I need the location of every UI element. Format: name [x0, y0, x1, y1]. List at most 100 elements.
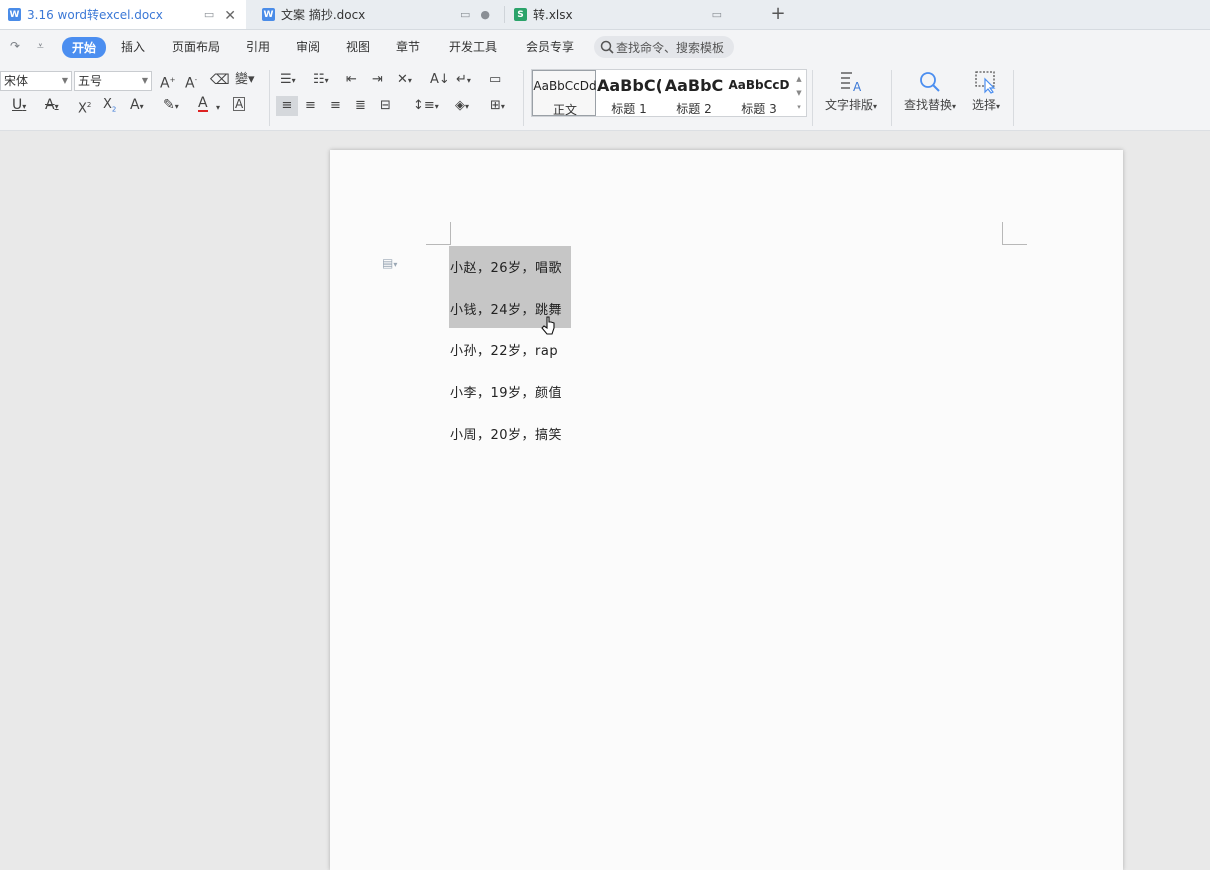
style-sample: AaBbCcD: [728, 78, 790, 92]
select-cursor-icon: [975, 71, 996, 94]
select-button[interactable]: 选择▾: [966, 70, 1006, 113]
borders-icon[interactable]: ⊞▾: [490, 98, 505, 115]
underline-icon[interactable]: U▾: [12, 97, 26, 115]
style-name: 标题 2: [676, 102, 712, 116]
bullet-list-icon[interactable]: ☰▾: [280, 72, 296, 89]
group-divider: [1013, 70, 1014, 126]
styles-gallery: AaBbCcDd 正文 AaBbC( 标题 1 AaBbC 标题 2 AaBbC…: [531, 69, 807, 117]
expand-icon[interactable]: ▾: [794, 100, 804, 114]
unsaved-dot-icon: ●: [480, 8, 490, 21]
group-divider: [269, 70, 270, 126]
menu-insert[interactable]: 插入: [121, 38, 145, 55]
shrink-font-icon[interactable]: A-: [185, 72, 197, 92]
chevron-down-icon[interactable]: ▾: [216, 100, 220, 116]
group-divider: [891, 70, 892, 126]
select-label: 选择: [971, 98, 996, 112]
menu-developer[interactable]: 开发工具: [449, 38, 497, 55]
superscript-icon[interactable]: X2: [78, 97, 91, 117]
close-icon[interactable]: ✕: [224, 8, 236, 24]
chinese-layout-icon[interactable]: ✕▾: [397, 72, 412, 89]
style-sample: AaBbC(: [597, 76, 661, 95]
monitor-icon[interactable]: ▭: [460, 8, 470, 21]
strikethrough-icon[interactable]: A▾: [45, 97, 59, 115]
margin-corner-top-right: [1002, 222, 1027, 245]
font-size-value: 五号: [78, 74, 103, 88]
chevron-down-icon[interactable]: ▼: [794, 86, 804, 100]
ruler-icon[interactable]: ▭: [489, 72, 501, 88]
menu-home[interactable]: 开始: [62, 37, 107, 58]
command-search-box[interactable]: 查找命令、搜索模板: [594, 36, 734, 58]
style-heading-3[interactable]: AaBbCcD 标题 3: [727, 70, 791, 116]
sheet-doc-icon: S: [514, 8, 527, 21]
phonetic-guide-icon[interactable]: 變▾: [235, 72, 255, 88]
menu-references[interactable]: 引用: [246, 38, 270, 55]
word-doc-icon: W: [262, 8, 275, 21]
customize-dropdown-icon[interactable]: ⩡: [37, 39, 44, 54]
decrease-indent-icon[interactable]: ⇤: [346, 72, 357, 88]
chevron-up-icon[interactable]: ▲: [794, 72, 804, 86]
shading-icon[interactable]: ◈▾: [455, 98, 469, 115]
align-left-icon[interactable]: ≡: [276, 96, 298, 116]
tab-word-to-excel[interactable]: W 3.16 word转excel.docx ▭ ✕: [0, 0, 246, 29]
highlight-icon[interactable]: ✎▾: [163, 97, 179, 115]
style-normal[interactable]: AaBbCcDd 正文: [532, 70, 597, 117]
grow-font-icon[interactable]: A+: [160, 72, 175, 92]
style-name: 标题 1: [611, 102, 647, 116]
subscript-icon[interactable]: X2: [103, 97, 116, 118]
document-line[interactable]: 小孙，22岁，rap: [450, 340, 558, 359]
drag-cursor-icon: [541, 316, 555, 335]
style-name: 标题 3: [741, 102, 777, 116]
tab-label: 转.xlsx: [533, 8, 573, 22]
text-layout-icon: A: [841, 72, 862, 94]
tab-copywriting[interactable]: W 文案 摘抄.docx ▭ ●: [254, 0, 500, 29]
numbered-list-icon[interactable]: ☷▾: [313, 72, 329, 89]
search-placeholder: 查找命令、搜索模板: [616, 40, 725, 55]
monitor-icon[interactable]: ▭: [204, 8, 214, 24]
styles-scrollbar[interactable]: ▲ ▼ ▾: [794, 72, 804, 114]
find-replace-button[interactable]: 查找替换▾: [900, 70, 960, 113]
show-marks-icon[interactable]: ↵▾: [456, 72, 471, 89]
group-divider: [523, 70, 524, 126]
style-name: 正文: [552, 103, 577, 117]
margin-corner-top-left: [426, 222, 451, 245]
distributed-align-icon[interactable]: ⊟: [380, 98, 391, 114]
justify-icon[interactable]: ≣: [355, 98, 366, 114]
text-layout-label: 文字排版: [824, 98, 873, 112]
menu-review[interactable]: 审阅: [296, 38, 320, 55]
text-layout-button[interactable]: A 文字排版▾: [820, 70, 882, 113]
style-heading-2[interactable]: AaBbC 标题 2: [662, 70, 726, 116]
align-right-icon[interactable]: ≡: [330, 98, 341, 114]
document-line[interactable]: 小周，20岁，搞笑: [450, 424, 562, 443]
paragraph-layout-icon[interactable]: ▤▾: [382, 256, 397, 270]
menu-page-layout[interactable]: 页面布局: [172, 38, 220, 55]
style-sample: AaBbCcDd: [533, 79, 597, 93]
new-tab-button[interactable]: +: [768, 3, 788, 25]
char-border-icon[interactable]: A: [233, 97, 246, 111]
menu-chapter[interactable]: 章节: [396, 38, 420, 55]
font-size-select[interactable]: 五号 ▼: [74, 71, 152, 91]
style-sample: AaBbC: [664, 76, 724, 95]
line-spacing-icon[interactable]: ↕≡▾: [413, 98, 439, 115]
font-name-select[interactable]: 宋体 ▼: [0, 71, 72, 91]
redo-icon[interactable]: ↷: [10, 39, 20, 53]
group-divider: [812, 70, 813, 126]
document-line[interactable]: 小赵，26岁，唱歌: [450, 257, 562, 276]
increase-indent-icon[interactable]: ⇥: [372, 72, 383, 88]
sort-icon[interactable]: A↓: [430, 72, 450, 88]
monitor-icon[interactable]: ▭: [712, 8, 722, 21]
find-replace-label: 查找替换: [903, 98, 952, 112]
svg-text:A: A: [853, 80, 862, 94]
menu-view[interactable]: 视图: [346, 38, 370, 55]
tab-separator: [504, 6, 505, 23]
font-color-icon[interactable]: A: [198, 96, 208, 112]
chevron-down-icon: ▼: [61, 76, 68, 85]
font-name-value: 宋体: [4, 74, 29, 88]
menu-member[interactable]: 会员专享: [526, 38, 574, 55]
tab-sheet[interactable]: S 转.xlsx ▭: [506, 0, 752, 29]
clear-format-icon[interactable]: ⌫: [210, 72, 230, 88]
document-line[interactable]: 小李，19岁，颜值: [450, 382, 562, 401]
document-tab-bar: W 3.16 word转excel.docx ▭ ✕ W 文案 摘抄.docx …: [0, 0, 1210, 30]
text-effect-icon[interactable]: A▾: [130, 97, 144, 115]
align-center-icon[interactable]: ≡: [305, 98, 316, 114]
style-heading-1[interactable]: AaBbC( 标题 1: [597, 70, 661, 116]
